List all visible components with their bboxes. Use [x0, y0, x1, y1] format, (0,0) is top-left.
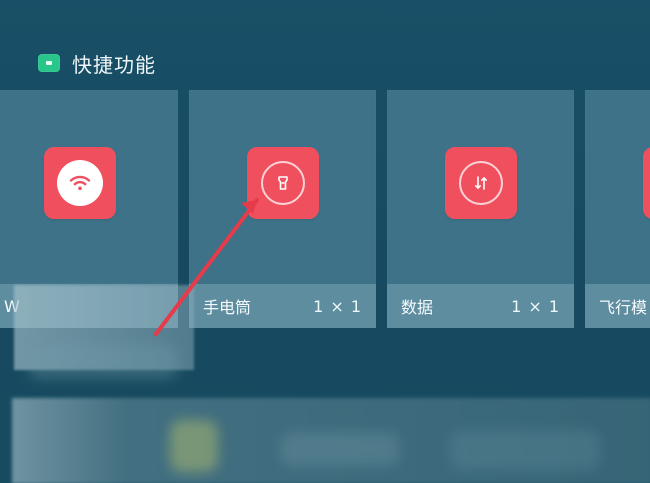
flashlight-tile-size: 1 × 1: [313, 296, 362, 316]
airplane-mode-icon: [642, 147, 650, 219]
data-label-bar: 数据 1 × 1: [387, 284, 574, 328]
data-tile-size: 1 × 1: [511, 296, 560, 316]
section-title: 快捷功能: [72, 52, 156, 77]
airplane-label-bar: 飞行模: [585, 284, 650, 328]
blurred-left-element: [28, 345, 178, 379]
shortcut-panel-icon: [38, 54, 60, 72]
quick-functions-screen: 快捷功能 W 手电筒 1 × 1 数据 1 × 1 飞行模: [0, 0, 650, 483]
blurred-center-element: [280, 432, 400, 466]
flashlight-tile-icon-box: [246, 147, 319, 219]
airplane-tile-label: 飞行模: [599, 298, 648, 317]
flashlight-icon: [260, 161, 305, 205]
section-header: 快捷功能: [38, 48, 156, 78]
blurred-yellow-element: [170, 420, 218, 472]
blurred-right-element: [450, 430, 600, 470]
data-tile-label: 数据: [401, 298, 434, 317]
flashlight-tile[interactable]: 手电筒 1 × 1: [189, 90, 376, 328]
flashlight-tile-label: 手电筒: [203, 298, 252, 317]
data-transfer-icon: [458, 161, 503, 205]
airplane-tile[interactable]: 飞行模: [585, 90, 650, 328]
flashlight-label-bar: 手电筒 1 × 1: [189, 284, 376, 328]
wifi-tile-icon-box: [44, 147, 116, 219]
data-tile[interactable]: 数据 1 × 1: [387, 90, 574, 328]
wifi-icon: [57, 160, 103, 206]
data-tile-icon-box: [444, 147, 517, 219]
